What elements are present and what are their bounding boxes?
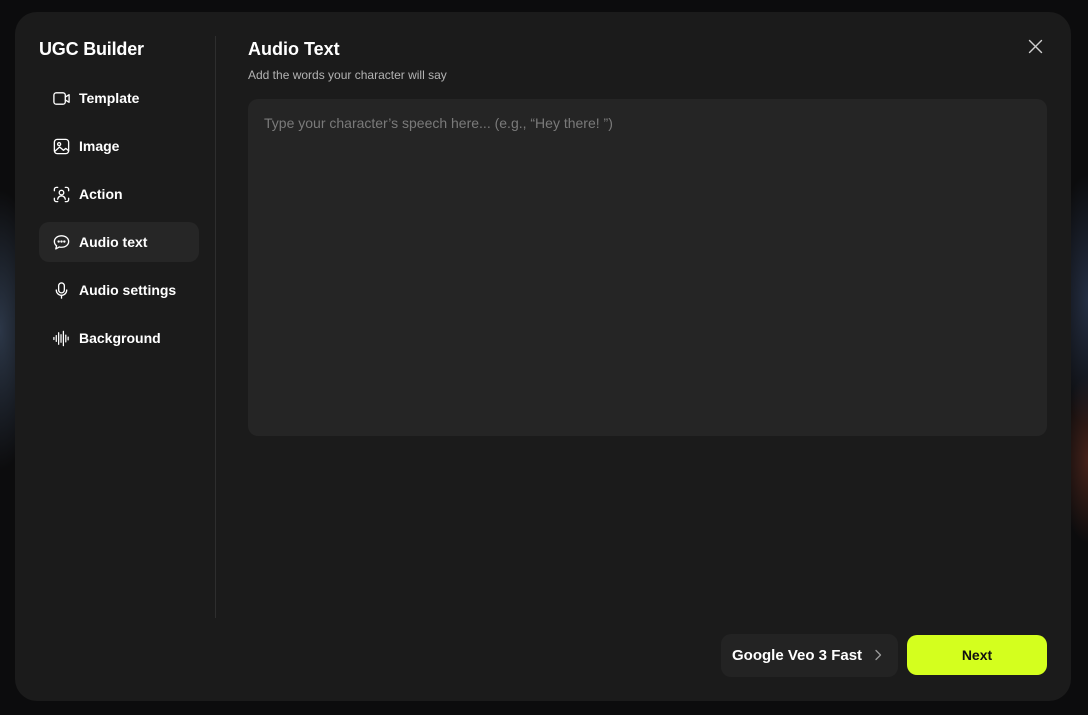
template-icon: [51, 88, 71, 108]
close-button[interactable]: [1025, 36, 1045, 56]
microphone-icon: [51, 280, 71, 300]
page-title: Audio Text: [248, 39, 340, 59]
sidebar-item-label: Template: [79, 90, 140, 106]
page-subtitle: Add the words your character will say: [248, 68, 447, 82]
sidebar-item-label: Background: [79, 330, 161, 346]
image-icon: [51, 136, 71, 156]
next-button[interactable]: Next: [907, 635, 1047, 675]
sidebar-item-action[interactable]: Action: [39, 174, 199, 214]
model-selector-button[interactable]: Google Veo 3 Fast: [721, 634, 898, 677]
sidebar-item-audio-settings[interactable]: Audio settings: [39, 270, 199, 310]
sidebar: UGC Builder Template Image Action Audio …: [15, 12, 216, 701]
sidebar-item-template[interactable]: Template: [39, 78, 199, 118]
action-icon: [51, 184, 71, 204]
speech-bubble-icon: [51, 232, 71, 252]
speech-text-input[interactable]: [248, 99, 1047, 436]
sidebar-item-image[interactable]: Image: [39, 126, 199, 166]
sidebar-item-background[interactable]: Background: [39, 318, 199, 358]
sidebar-divider: [215, 36, 216, 618]
close-icon: [1028, 39, 1042, 53]
sidebar-item-label: Image: [79, 138, 120, 154]
sidebar-nav: Template Image Action Audio text Audio s…: [39, 78, 199, 366]
model-label: Google Veo 3 Fast: [732, 647, 863, 664]
sidebar-item-audio-text[interactable]: Audio text: [39, 222, 199, 262]
main-panel: Audio Text Add the words your character …: [248, 12, 1071, 701]
sidebar-item-label: Audio text: [79, 234, 148, 250]
ugc-builder-modal: UGC Builder Template Image Action Audio …: [15, 12, 1071, 701]
waveform-icon: [51, 328, 71, 348]
chevron-right-icon: [875, 649, 882, 661]
sidebar-item-label: Action: [79, 186, 123, 202]
sidebar-item-label: Audio settings: [79, 282, 177, 298]
brand-title: UGC Builder: [39, 39, 144, 59]
